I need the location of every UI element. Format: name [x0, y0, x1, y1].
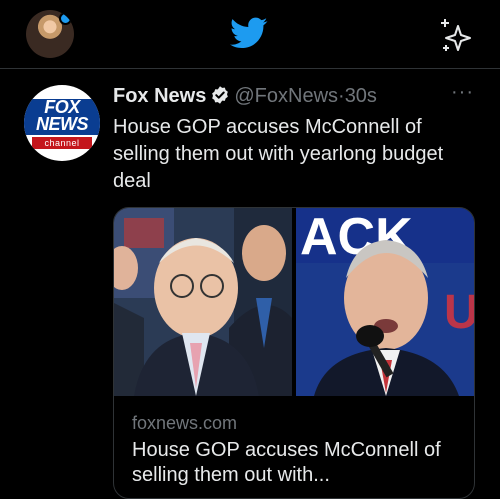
user-avatar[interactable] — [26, 10, 74, 58]
link-title: House GOP accuses McConnell of selling t… — [132, 439, 441, 486]
top-bar — [0, 0, 500, 69]
fox-news-logo: FOX NEWS — [24, 98, 100, 135]
tweet[interactable]: FOX NEWS channel Fox News @FoxNews·30s ·… — [0, 69, 500, 499]
sparkle-icon[interactable] — [436, 16, 476, 56]
tweet-text: House GOP accuses McConnell of selling t… — [113, 116, 444, 192]
twitter-bird-icon[interactable] — [226, 14, 272, 52]
separator-dot: · — [338, 85, 345, 107]
tweet-timestamp[interactable]: 30s — [345, 85, 377, 107]
link-domain: foxnews.com — [132, 413, 238, 433]
more-icon[interactable]: ··· — [451, 81, 474, 104]
verified-badge-icon — [212, 86, 229, 104]
link-card-image: ACK US — [114, 208, 474, 396]
banner-sub-text: US — [444, 286, 474, 339]
author-name[interactable]: Fox News — [113, 85, 206, 107]
link-card[interactable]: ACK US foxnews.com House GOP accuses McC… — [113, 207, 475, 499]
notification-dot — [59, 12, 72, 25]
author-handle[interactable]: @FoxNews — [234, 85, 338, 107]
tweet-header: Fox News @FoxNews·30s — [113, 83, 377, 109]
author-avatar[interactable]: FOX NEWS channel — [24, 85, 100, 161]
fox-news-channel-label: channel — [32, 137, 92, 149]
